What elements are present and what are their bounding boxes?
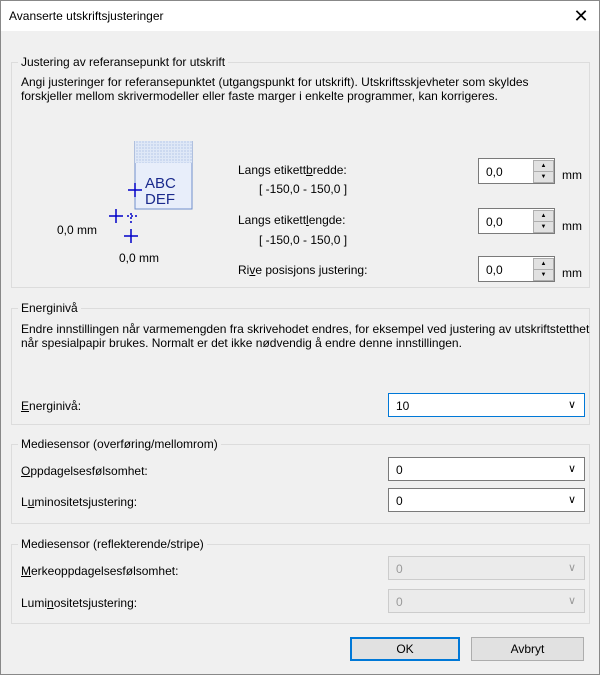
ok-button[interactable]: OK: [350, 637, 460, 661]
diagram-text-abc: ABC: [145, 175, 176, 192]
width-value: 0,0: [486, 165, 503, 179]
energy-label: Energinivå:: [21, 399, 82, 413]
width-range: [ -150,0 - 150,0 ]: [259, 182, 348, 196]
energy-select[interactable]: 10 ∨: [388, 393, 585, 417]
trans-detect-select[interactable]: 0 ∨: [388, 457, 585, 481]
length-spinbox[interactable]: 0,0 ▲ ▼: [478, 208, 555, 234]
close-icon[interactable]: ✕: [567, 3, 595, 29]
window-title: Avanserte utskriftsjusteringer: [9, 9, 164, 23]
energy-description: Endre innstillingen når varmemengden fra…: [21, 322, 590, 350]
x-offset-label: 0,0 mm: [57, 223, 97, 237]
tear-spinbox[interactable]: 0,0 ▲ ▼: [478, 256, 555, 282]
trans-lum-select[interactable]: 0 ∨: [388, 488, 585, 512]
tear-unit: mm: [562, 266, 582, 280]
reference-diagram: ABC DEF 0,0 mm 0,0 mm: [57, 141, 193, 265]
trans-detect-label: Oppdagelsesfølsomhet:: [21, 464, 148, 478]
length-label: Langs etikettlengde:: [238, 213, 346, 227]
media-trans-legend: Mediesensor (overføring/mellomrom): [18, 437, 221, 451]
trans-lum-label: Luminositetsjustering:: [21, 495, 138, 509]
energy-value: 10: [396, 399, 410, 413]
dialog-window: Avanserte utskriftsjusteringer ✕ Justeri…: [0, 0, 600, 675]
length-value: 0,0: [486, 215, 503, 229]
tear-value: 0,0: [486, 263, 503, 277]
length-range: [ -150,0 - 150,0 ]: [259, 233, 348, 247]
chevron-down-icon: ∨: [567, 562, 576, 574]
chevron-down-icon: ∨: [567, 399, 576, 411]
refl-detect-value: 0: [396, 562, 403, 576]
spin-down-icon[interactable]: ▼: [533, 221, 554, 233]
trans-lum-value: 0: [396, 494, 403, 508]
tear-label: Rive posisjons justering:: [238, 263, 368, 277]
width-label: Langs etikettbredde:: [238, 163, 347, 177]
spin-down-icon[interactable]: ▼: [533, 269, 554, 281]
cancel-button[interactable]: Avbryt: [471, 637, 584, 661]
refl-lum-label: Luminositetsjustering:: [21, 596, 138, 610]
reference-description: Angi justeringer for referansepunktet (u…: [21, 75, 529, 103]
refl-lum-value: 0: [396, 595, 403, 609]
energy-legend: Energinivå: [18, 301, 81, 315]
trans-detect-value: 0: [396, 463, 403, 477]
refl-detect-label: Merkeoppdagelsesfølsomhet:: [21, 564, 179, 578]
width-unit: mm: [562, 168, 582, 182]
y-offset-label: 0,0 mm: [119, 251, 159, 265]
media-trans-group: Mediesensor (overføring/mellomrom): [11, 437, 590, 524]
width-spinbox[interactable]: 0,0 ▲ ▼: [478, 158, 555, 184]
refl-detect-select[interactable]: 0 ∨: [388, 556, 585, 580]
spin-down-icon[interactable]: ▼: [533, 171, 554, 183]
title-bar: Avanserte utskriftsjusteringer ✕: [1, 1, 599, 31]
chevron-down-icon: ∨: [567, 494, 576, 506]
length-unit: mm: [562, 219, 582, 233]
chevron-down-icon: ∨: [567, 595, 576, 607]
reference-legend: Justering av referansepunkt for utskrift: [18, 55, 229, 69]
media-refl-legend: Mediesensor (reflekterende/stripe): [18, 537, 207, 551]
chevron-down-icon: ∨: [567, 463, 576, 475]
refl-lum-select[interactable]: 0 ∨: [388, 589, 585, 613]
diagram-text-def: DEF: [145, 191, 175, 208]
